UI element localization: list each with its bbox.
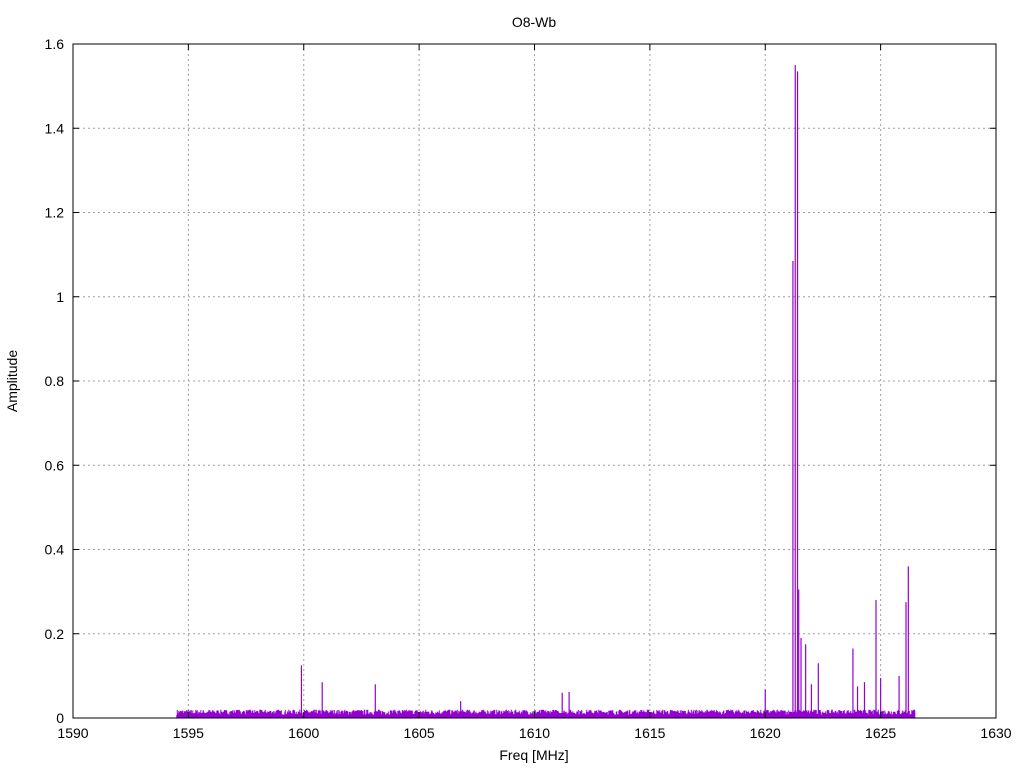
- x-tick-label: 1595: [173, 725, 204, 741]
- x-axis-label: Freq [MHz]: [499, 747, 568, 763]
- y-tick-label: 1: [56, 289, 64, 305]
- y-tick-label: 0.4: [45, 542, 65, 558]
- y-tick-label: 1.2: [45, 205, 65, 221]
- x-tick-label: 1590: [57, 725, 88, 741]
- chart-title: O8-Wb: [512, 14, 557, 30]
- y-tick-label: 0.8: [45, 373, 65, 389]
- x-tick-label: 1615: [634, 725, 665, 741]
- x-tick-label: 1630: [980, 725, 1011, 741]
- grid: [73, 44, 996, 718]
- y-axis-label: Amplitude: [4, 350, 20, 412]
- x-tick-label: 1620: [750, 725, 781, 741]
- x-axis-ticks: 1590 1595 1600 1605 1610 1615 1620 1625 1630: [57, 44, 1012, 741]
- x-tick-label: 1600: [288, 725, 319, 741]
- x-tick-label: 1625: [865, 725, 896, 741]
- y-tick-label: 1.4: [45, 120, 65, 136]
- y-tick-label: 1.6: [45, 36, 65, 52]
- chart-svg: O8-Wb 1590 1595 1600 1605 1610 1615 1620 1625 16…: [4, 14, 1012, 763]
- x-tick-label: 1610: [519, 725, 550, 741]
- x-tick-label: 1605: [404, 725, 435, 741]
- y-tick-label: 0.2: [45, 626, 65, 642]
- series-amplitude: [176, 65, 916, 718]
- y-tick-label: 0.6: [45, 457, 65, 473]
- y-tick-label: 0: [56, 710, 64, 726]
- noise-floor: [176, 709, 916, 718]
